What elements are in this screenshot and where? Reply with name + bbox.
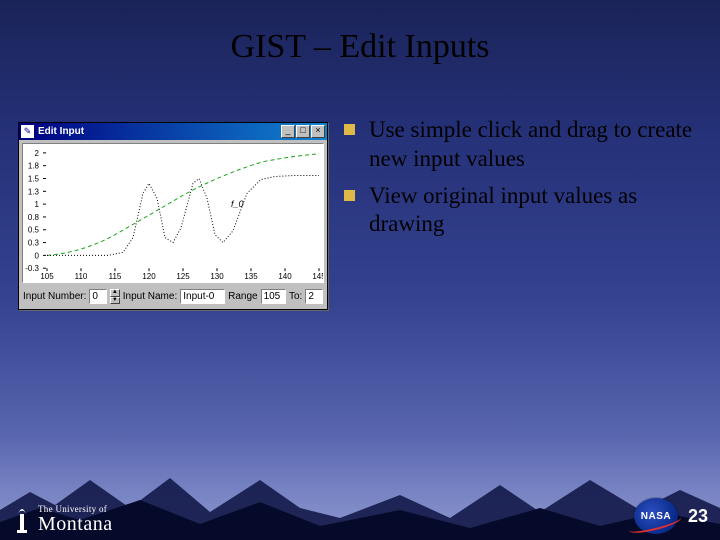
original-curve bbox=[47, 154, 319, 256]
y-tick: 1.3 bbox=[28, 187, 40, 196]
input-number-spinner[interactable]: ▲▼ bbox=[110, 289, 120, 304]
x-tick: 140 bbox=[278, 272, 292, 281]
university-logo: The University of Montana bbox=[12, 502, 113, 534]
user-drawn-curve bbox=[47, 176, 319, 256]
y-tick: 1.5 bbox=[28, 175, 40, 184]
plot-area[interactable]: 2 1.8 1.5 1.3 1 0.8 0.5 0.3 0 -0.3 105 bbox=[22, 143, 324, 283]
y-tick: 0.5 bbox=[28, 226, 40, 235]
range-to-field[interactable]: 2 bbox=[305, 289, 323, 304]
x-tick: 145 bbox=[312, 272, 323, 281]
to-label: To: bbox=[289, 291, 302, 302]
right-column: Use simple click and drag to create new … bbox=[340, 116, 700, 310]
content-row: ✎ Edit Input _ □ × 2 1.8 1.5 1.3 1 bbox=[0, 116, 720, 310]
y-tick: 1 bbox=[35, 200, 40, 209]
x-tick: 120 bbox=[142, 272, 156, 281]
y-tick: 0.8 bbox=[28, 213, 40, 222]
input-number-label: Input Number: bbox=[23, 291, 86, 302]
nasa-text: NASA bbox=[641, 511, 671, 522]
bullet-icon bbox=[344, 190, 355, 201]
range-label: Range bbox=[228, 291, 257, 302]
window-buttons: _ □ × bbox=[281, 125, 325, 138]
x-tick: 110 bbox=[75, 272, 88, 281]
window-title: Edit Input bbox=[38, 126, 281, 137]
bullet-item: View original input values as drawing bbox=[344, 182, 700, 240]
toolbar: Input Number: 0 ▲▼ Input Name: Input-0 R… bbox=[19, 286, 327, 309]
university-big: Montana bbox=[38, 514, 113, 534]
bullet-icon bbox=[344, 124, 355, 135]
page-number: 23 bbox=[688, 506, 708, 527]
titlebar: ✎ Edit Input _ □ × bbox=[19, 123, 327, 140]
plot-svg: 2 1.8 1.5 1.3 1 0.8 0.5 0.3 0 -0.3 105 bbox=[23, 144, 323, 282]
slide-title: GIST – Edit Inputs bbox=[0, 0, 720, 66]
footer-right: NASA 23 bbox=[634, 498, 708, 534]
input-number-field[interactable]: 0 bbox=[89, 289, 107, 304]
x-tick: 125 bbox=[176, 272, 190, 281]
university-text: The University of Montana bbox=[38, 505, 113, 534]
bullet-item: Use simple click and drag to create new … bbox=[344, 116, 700, 174]
bullet-text: Use simple click and drag to create new … bbox=[369, 116, 700, 174]
x-tick: 135 bbox=[244, 272, 258, 281]
maximize-button[interactable]: □ bbox=[296, 125, 310, 138]
edit-input-window: ✎ Edit Input _ □ × 2 1.8 1.5 1.3 1 bbox=[18, 122, 328, 310]
input-name-label: Input Name: bbox=[123, 291, 177, 302]
annotation-f0: f_0 bbox=[231, 199, 244, 209]
y-tick: 1.8 bbox=[28, 162, 40, 171]
bullet-text: View original input values as drawing bbox=[369, 182, 700, 240]
app-icon: ✎ bbox=[21, 125, 34, 138]
input-name-field[interactable]: Input-0 bbox=[180, 289, 225, 304]
y-tick: 0.3 bbox=[28, 239, 40, 248]
x-tick: 130 bbox=[210, 272, 224, 281]
close-button[interactable]: × bbox=[311, 125, 325, 138]
x-tick: 115 bbox=[109, 272, 122, 281]
left-column: ✎ Edit Input _ □ × 2 1.8 1.5 1.3 1 bbox=[0, 116, 340, 310]
x-tick: 105 bbox=[40, 272, 54, 281]
nasa-logo: NASA bbox=[634, 498, 678, 534]
torch-icon bbox=[12, 502, 32, 534]
footer: The University of Montana NASA 23 bbox=[0, 486, 720, 540]
minimize-button[interactable]: _ bbox=[281, 125, 295, 138]
y-tick: -0.3 bbox=[25, 264, 39, 273]
range-from-field[interactable]: 105 bbox=[261, 289, 286, 304]
y-tick: 0 bbox=[35, 251, 40, 260]
y-tick: 2 bbox=[35, 149, 40, 158]
